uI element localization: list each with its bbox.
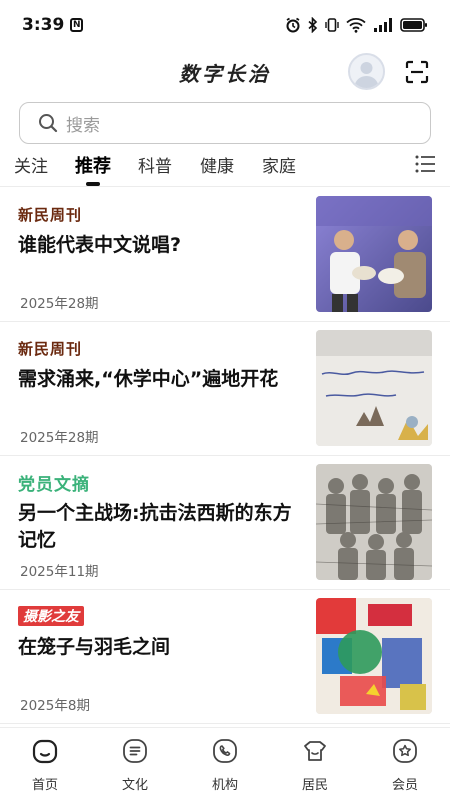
article-issue: 2025年11期 [20, 564, 99, 580]
alarm-icon [286, 17, 300, 33]
article-title: 需求涌来,“休学中心”遍地开花 [18, 368, 279, 390]
nav-label: 会员 [391, 778, 418, 793]
search-icon [39, 114, 58, 133]
nav-label: 文化 [121, 778, 148, 793]
tab-science[interactable]: 科普 [138, 152, 172, 177]
app-header: 数字长治 [0, 50, 450, 96]
bottom-nav: 首页 文化 机构 居民 会员 [0, 727, 450, 800]
nav-label: 首页 [31, 778, 58, 793]
article-card[interactable]: 摄影之友 在笼子与羽毛之间 2025年8期 [0, 590, 450, 724]
tab-recommend[interactable]: 推荐 [75, 152, 111, 178]
article-card[interactable]: 新民周刊 需求涌来,“休学中心”遍地开花 2025年28期 [0, 322, 450, 456]
member-icon [393, 739, 417, 763]
source-name: 摄影之友 [18, 606, 84, 626]
status-time: 3:39 [22, 15, 65, 35]
category-tabs: 关注 推荐 科普 健康 家庭 [0, 146, 450, 186]
scan-icon[interactable] [405, 60, 429, 84]
tabs-divider [0, 186, 450, 187]
nav-culture[interactable]: 文化 [105, 738, 165, 793]
vibrate-icon [325, 18, 339, 32]
menu-list-icon[interactable] [414, 154, 436, 174]
nav-home[interactable]: 首页 [15, 738, 75, 793]
article-title: 谁能代表中文说唱? [18, 234, 182, 256]
article-card[interactable]: 党员文摘 另一个主战场:抗击法西斯的东方记忆 2025年11期 [0, 456, 450, 590]
article-thumbnail [316, 464, 432, 580]
tab-health[interactable]: 健康 [200, 152, 234, 177]
source-logo-photo-friend: 摄影之友 [18, 606, 84, 626]
tab-family[interactable]: 家庭 [262, 152, 296, 177]
wifi-icon [346, 18, 366, 33]
search-input[interactable]: 搜索 [19, 102, 431, 144]
bluetooth-icon [308, 17, 318, 33]
source-name: 党员文摘 [18, 474, 90, 495]
source-logo-xinmin: 新民周刊 [18, 338, 82, 358]
source-logo-party-digest: 党员文摘 [18, 472, 90, 495]
article-thumbnail [316, 598, 432, 714]
search-placeholder: 搜索 [66, 115, 100, 136]
source-name: 新民周刊 [18, 205, 83, 224]
article-title: 另一个主战场:抗击法西斯的东方记忆 [18, 502, 292, 551]
home-icon [32, 739, 58, 764]
battery-icon [400, 18, 427, 32]
article-issue: 2025年28期 [20, 430, 99, 446]
status-left: 3:39 N [22, 15, 84, 35]
resident-icon [304, 741, 326, 761]
article-card[interactable]: 新民周刊 谁能代表中文说唱? 2025年28期 [0, 188, 450, 322]
article-issue: 2025年8期 [20, 698, 90, 714]
nav-institution[interactable]: 机构 [195, 738, 255, 793]
article-title: 在笼子与羽毛之间 [18, 636, 171, 658]
avatar-icon [354, 62, 379, 88]
avatar[interactable] [348, 53, 385, 90]
source-logo-xinmin: 新民周刊 [18, 204, 82, 224]
nfc-icon: N [70, 18, 84, 32]
article-thumbnail [316, 330, 432, 446]
signal-icon [374, 18, 392, 32]
article-issue: 2025年28期 [20, 296, 99, 312]
nav-label: 居民 [301, 778, 328, 793]
nav-member[interactable]: 会员 [375, 738, 435, 793]
article-thumbnail [316, 196, 432, 312]
nav-resident[interactable]: 居民 [285, 738, 345, 793]
status-icons [285, 17, 428, 33]
tab-follow[interactable]: 关注 [14, 152, 48, 177]
institution-icon [213, 739, 237, 763]
source-name: 新民周刊 [18, 339, 83, 358]
nav-label: 机构 [211, 778, 238, 793]
culture-icon [123, 739, 147, 763]
status-bar: 3:39 N [0, 0, 450, 50]
